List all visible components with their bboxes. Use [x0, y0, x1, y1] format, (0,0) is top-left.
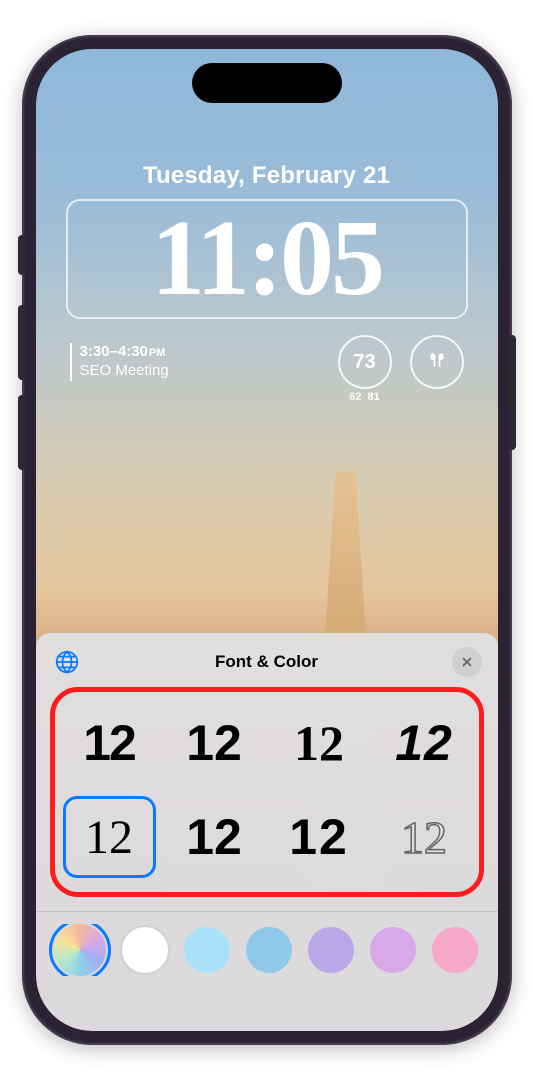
font-grid: 12 12 12 12 12 12 12 12 — [63, 702, 471, 878]
sheet-divider — [36, 911, 498, 912]
lockscreen-clock-editable[interactable]: 11:05 — [66, 199, 468, 319]
font-option-stencil[interactable]: 12 — [378, 702, 471, 784]
font-option-spaced[interactable]: 12 — [273, 796, 366, 878]
weather-high: 81 — [368, 391, 380, 403]
color-row[interactable] — [48, 924, 486, 976]
font-option-black[interactable]: 12 — [168, 796, 261, 878]
weather-low: 62 — [349, 391, 361, 403]
weather-widget[interactable]: 73 62 81 — [338, 335, 392, 389]
airpods-widget[interactable] — [410, 335, 464, 389]
calendar-ampm: PM — [149, 347, 166, 359]
calendar-widget[interactable]: 3:30–4:30PM SEO Meeting — [70, 343, 169, 381]
font-option-ny-serif[interactable]: 12 — [63, 796, 156, 878]
volume-up-button — [18, 305, 26, 380]
calendar-event-title: SEO Meeting — [80, 362, 169, 381]
screen: Tuesday, February 21 11:05 3:30–4:30PM S… — [36, 49, 498, 1031]
weather-temp: 73 — [353, 351, 375, 374]
color-swatch-light-blue[interactable] — [184, 927, 230, 973]
font-option-outline[interactable]: 12 — [378, 796, 471, 878]
color-swatch-medium-blue[interactable] — [246, 927, 292, 973]
lockscreen-time: 11:05 — [151, 205, 382, 313]
language-button[interactable] — [52, 647, 82, 677]
color-swatch-rainbow[interactable] — [54, 924, 106, 976]
silence-switch — [18, 235, 26, 275]
color-swatch-white[interactable] — [122, 927, 168, 973]
font-option-sf-rounded[interactable]: 12 — [168, 702, 261, 784]
sheet-title: Font & Color — [36, 652, 498, 672]
close-icon — [460, 655, 474, 669]
font-color-sheet: Font & Color 12 12 12 12 12 12 12 12 — [36, 633, 498, 1031]
calendar-time-range: 3:30–4:30 — [80, 343, 148, 360]
color-swatch-purple[interactable] — [370, 927, 416, 973]
font-grid-highlight: 12 12 12 12 12 12 12 12 — [50, 687, 484, 897]
dynamic-island — [192, 63, 342, 103]
power-button — [508, 335, 516, 450]
close-button[interactable] — [452, 647, 482, 677]
airpods-icon — [427, 350, 447, 375]
phone-frame: Tuesday, February 21 11:05 3:30–4:30PM S… — [22, 35, 512, 1045]
font-option-sf-bold[interactable]: 12 — [63, 702, 156, 784]
globe-icon — [54, 649, 80, 675]
font-option-ny-bold[interactable]: 12 — [273, 702, 366, 784]
lockscreen-widgets-row[interactable]: 3:30–4:30PM SEO Meeting 73 62 81 — [70, 335, 464, 389]
sheet-header: Font & Color — [48, 645, 486, 687]
color-swatch-pink[interactable] — [432, 927, 478, 973]
volume-down-button — [18, 395, 26, 470]
lockscreen-date[interactable]: Tuesday, February 21 — [36, 162, 498, 190]
color-swatch-lavender[interactable] — [308, 927, 354, 973]
